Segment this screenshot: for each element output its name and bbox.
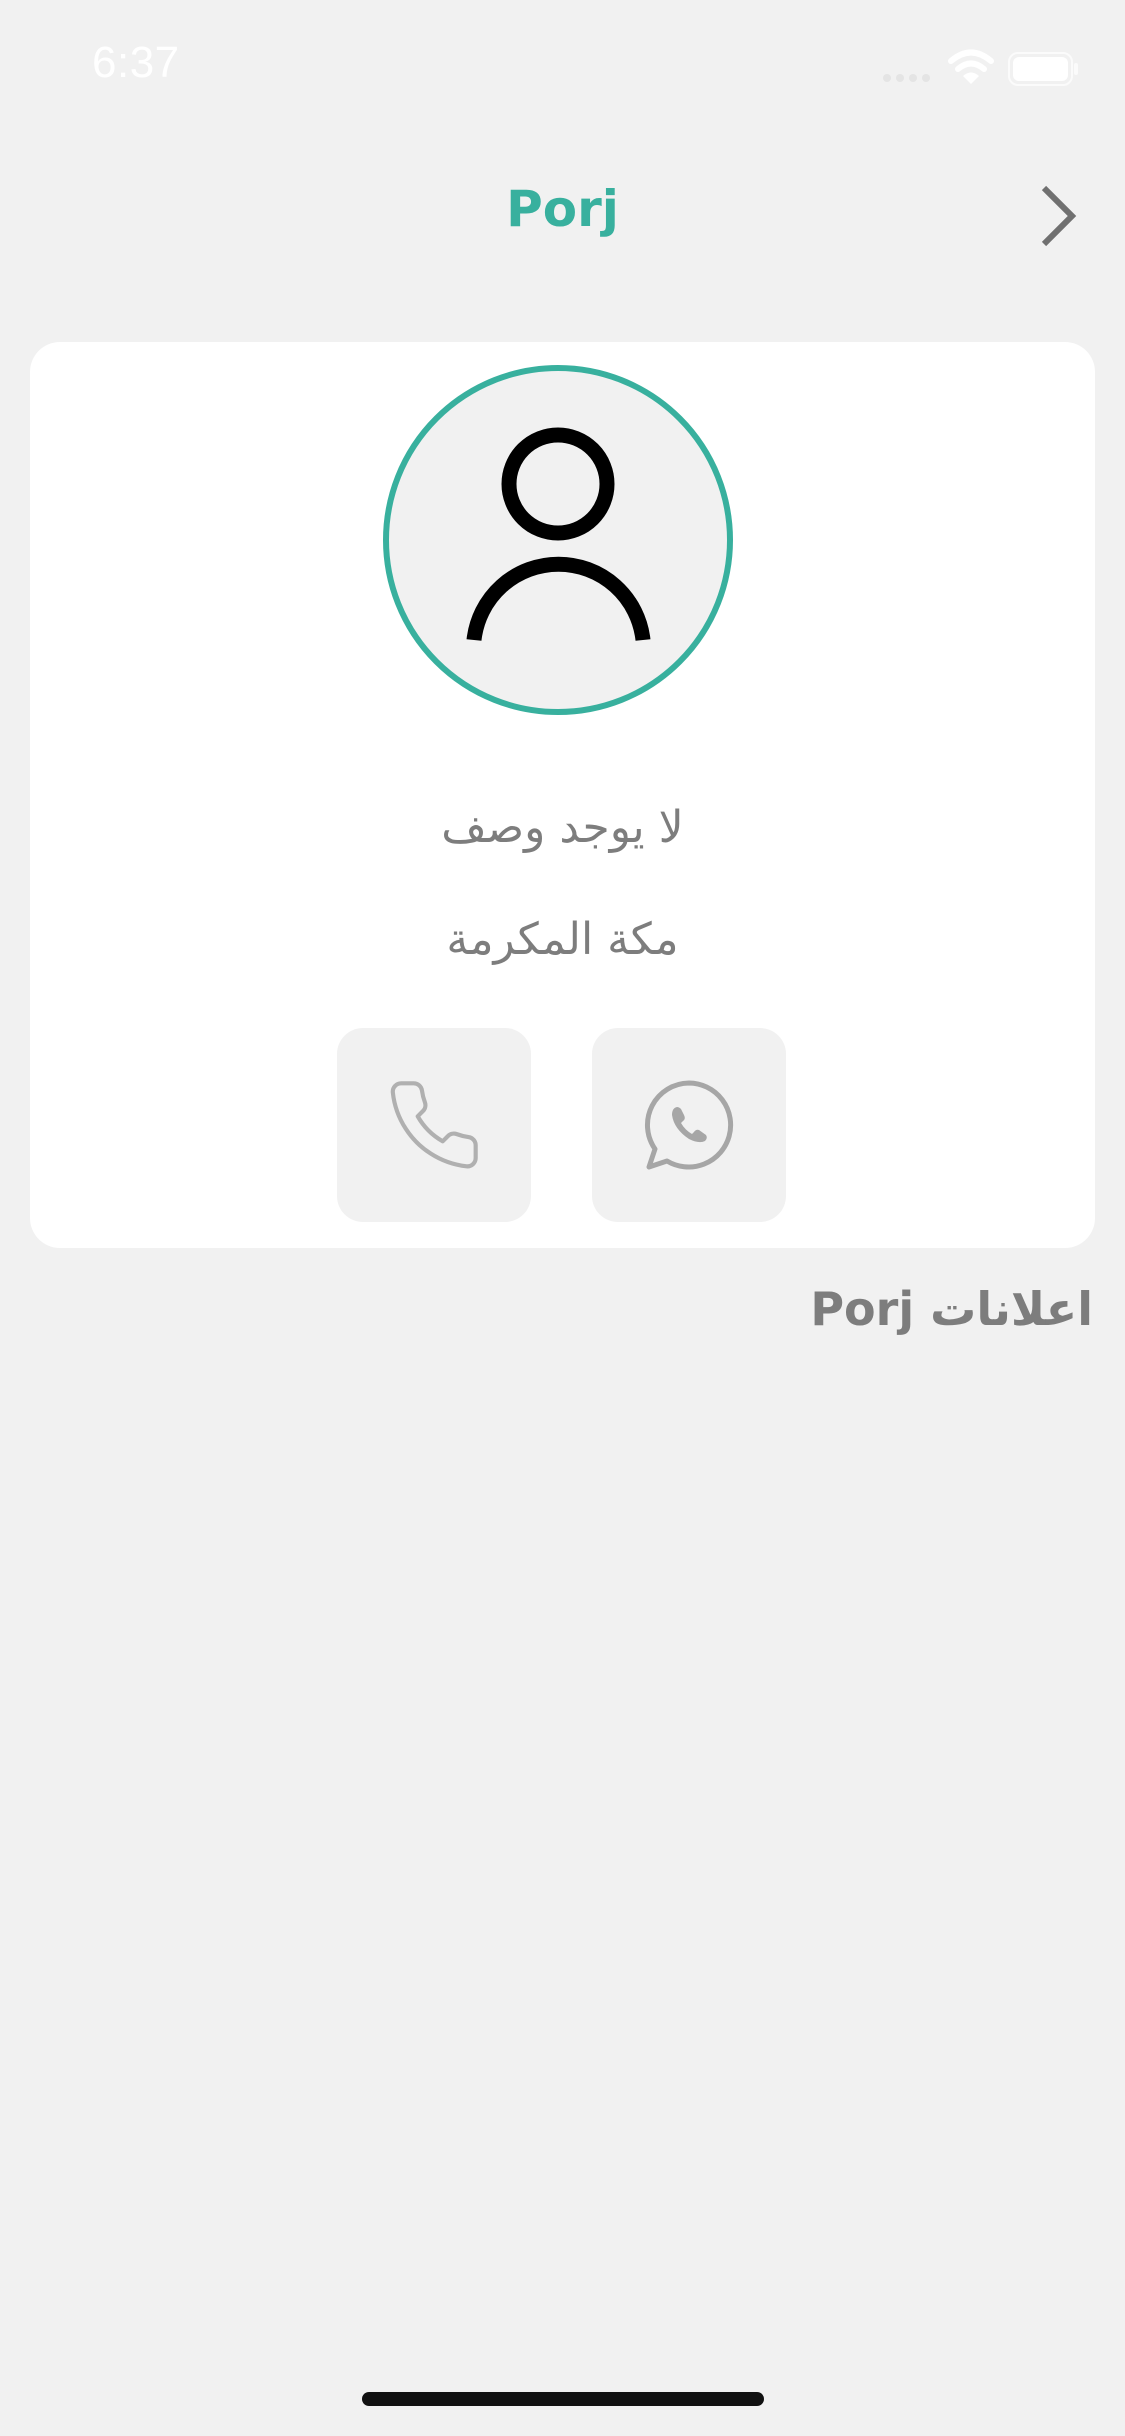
user-icon [466,427,651,641]
profile-location: مكة المكرمة [446,914,679,965]
avatar[interactable] [383,365,733,715]
page-title: Porj [506,180,619,238]
back-button[interactable] [1028,180,1088,252]
home-indicator[interactable] [362,2392,764,2406]
whatsapp-icon [644,1080,734,1170]
profile-description: لا يوجد وصف [441,802,684,853]
profile-card: لا يوجد وصف مكة المكرمة [30,342,1095,1248]
ads-section-heading: اعلانات Porj [810,1282,1093,1336]
battery-icon [1008,52,1078,86]
call-button[interactable] [337,1028,531,1222]
phone-icon [390,1081,478,1169]
status-bar: 6:37 [0,0,1125,130]
chevron-right-icon [1041,185,1077,247]
signal-icon [883,74,930,82]
wifi-icon [948,49,994,84]
whatsapp-button[interactable] [592,1028,786,1222]
status-time: 6:37 [92,38,180,87]
